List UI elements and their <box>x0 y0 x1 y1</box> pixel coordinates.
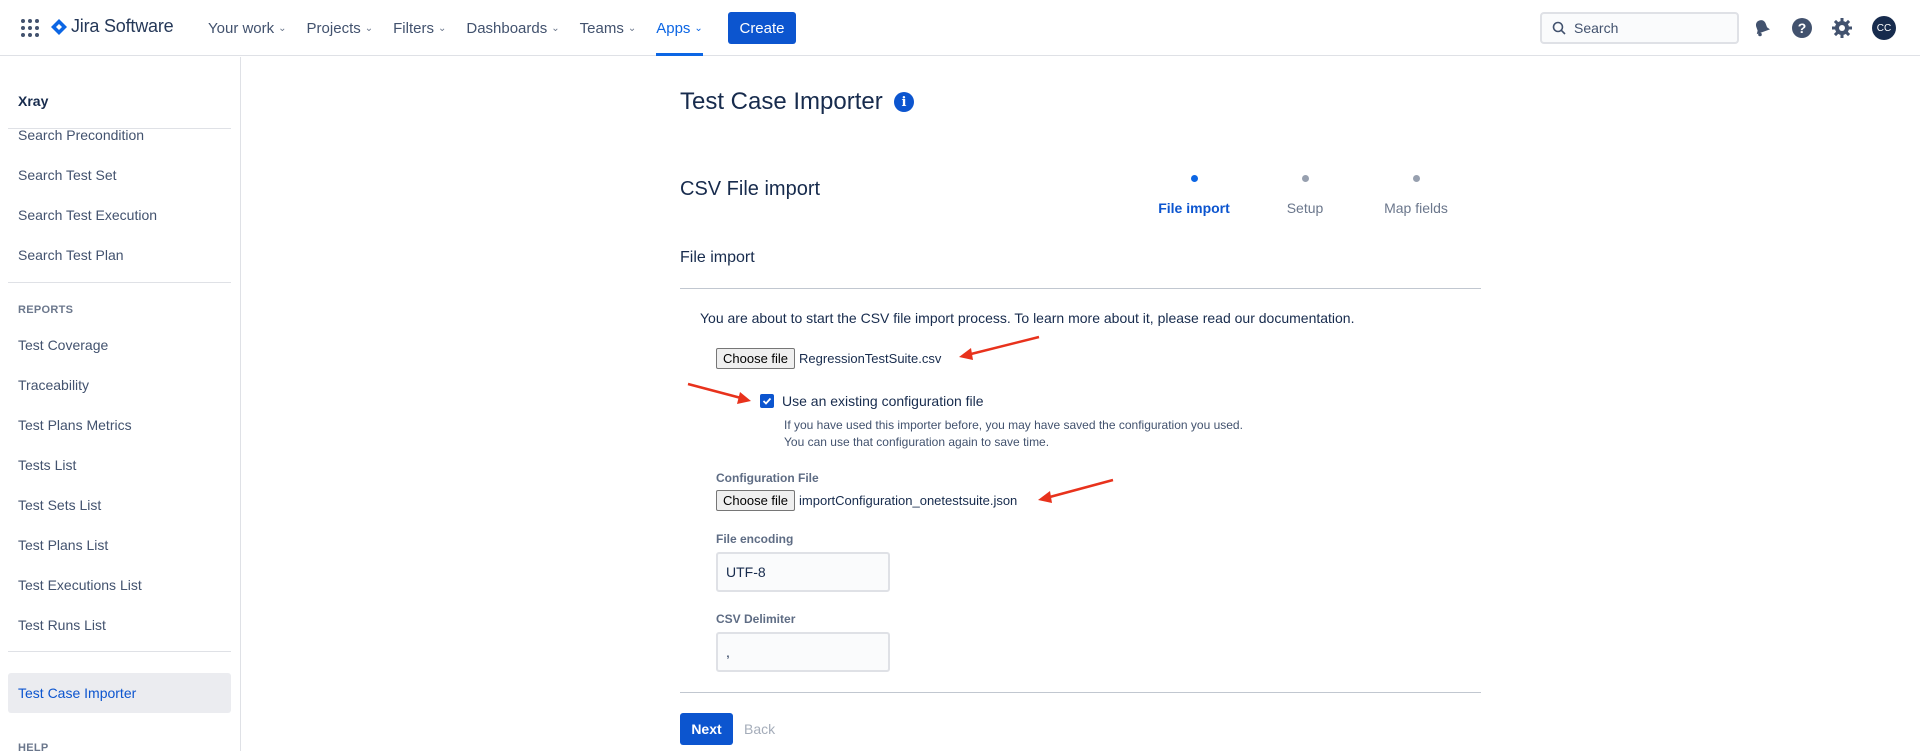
avatar[interactable]: CC <box>1872 16 1896 40</box>
annotation-arrow-icon <box>1038 478 1114 503</box>
use-config-checkbox[interactable] <box>760 394 774 408</box>
sidebar: Xray Search Precondition Search Test Set… <box>0 57 241 751</box>
page-title: Test Case Importer <box>680 88 883 115</box>
file-encoding-label: File encoding <box>716 532 794 546</box>
sidebar-item-test-plans-metrics[interactable]: Test Plans Metrics <box>18 417 132 433</box>
sidebar-item-test-sets-list[interactable]: Test Sets List <box>18 497 101 513</box>
form-subtitle: File import <box>680 249 755 266</box>
sidebar-item-search-test-execution[interactable]: Search Test Execution <box>18 207 157 223</box>
config-file-name: importConfiguration_onetestsuite.json <box>799 493 1018 508</box>
search-box[interactable] <box>1540 12 1739 44</box>
jira-diamond-icon <box>51 18 67 35</box>
sidebar-item-tests-list[interactable]: Tests List <box>18 457 76 473</box>
intro-text: You are about to start the CSV file impo… <box>700 310 1355 326</box>
step-map-fields: Map fields <box>1361 175 1471 216</box>
use-config-help-text: If you have used this importer before, y… <box>784 418 1243 449</box>
csv-delimiter-label: CSV Delimiter <box>716 612 796 626</box>
step-setup: Setup <box>1250 175 1360 216</box>
sidebar-item-label: Test Case Importer <box>18 685 137 701</box>
sidebar-item-test-plans-list[interactable]: Test Plans List <box>18 537 108 553</box>
config-file-picker: Choose file importConfiguration_onetests… <box>716 490 1017 511</box>
search-icon <box>1552 21 1566 35</box>
nav-your-work[interactable]: Your work ⌄ <box>208 0 287 56</box>
nav-label: Apps <box>656 19 691 37</box>
sidebar-item-search-test-set[interactable]: Search Test Set <box>18 167 117 183</box>
chevron-down-icon: ⌄ <box>364 22 374 34</box>
sidebar-item-test-runs-list[interactable]: Test Runs List <box>18 617 106 633</box>
form-footer-divider <box>680 692 1481 693</box>
section-title: CSV File import <box>680 178 821 200</box>
chevron-down-icon: ⌄ <box>551 22 560 34</box>
nav-apps[interactable]: Apps ⌄ <box>656 0 703 56</box>
sidebar-item-search-test-plan[interactable]: Search Test Plan <box>18 247 124 263</box>
nav-teams[interactable]: Teams ⌄ <box>580 0 637 56</box>
nav-dashboards[interactable]: Dashboards ⌄ <box>466 0 559 56</box>
sidebar-divider <box>8 651 231 652</box>
step-label: Setup <box>1286 200 1324 216</box>
sidebar-item-traceability[interactable]: Traceability <box>18 377 89 393</box>
step-indicator-dot <box>1301 175 1309 182</box>
chevron-down-icon: ⌄ <box>437 22 447 34</box>
back-button[interactable]: Back <box>744 713 775 745</box>
chevron-down-icon: ⌄ <box>278 22 287 34</box>
sidebar-heading-help: HELP <box>18 742 49 751</box>
csv-delimiter-input[interactable] <box>716 632 890 672</box>
nav-label: Projects <box>306 19 361 37</box>
csv-file-name: RegressionTestSuite.csv <box>799 351 942 366</box>
product-name: Jira Software <box>71 16 174 36</box>
sidebar-item-test-coverage[interactable]: Test Coverage <box>18 337 108 353</box>
nav-projects[interactable]: Projects ⌄ <box>307 0 374 56</box>
svg-text:?: ? <box>1798 20 1807 36</box>
nav-label: Your work <box>208 19 275 37</box>
top-navigation: Jira Software Your work ⌄ Projects ⌄ Filte… <box>0 0 1920 56</box>
nav-label: Filters <box>393 19 434 37</box>
info-icon[interactable]: i <box>894 92 914 112</box>
nav-label: Dashboards <box>466 19 548 37</box>
checkmark-icon <box>762 397 772 405</box>
settings-icon[interactable] <box>1830 16 1854 40</box>
sidebar-divider <box>8 282 231 283</box>
jira-logo[interactable]: Jira Software <box>51 16 174 37</box>
sidebar-heading-reports: REPORTS <box>18 304 74 316</box>
chevron-down-icon: ⌄ <box>627 22 637 34</box>
create-button[interactable]: Create <box>728 12 796 44</box>
nav-filters[interactable]: Filters ⌄ <box>393 0 446 56</box>
config-file-label: Configuration File <box>716 471 819 485</box>
notifications-icon[interactable] <box>1750 16 1774 40</box>
choose-config-file-button[interactable]: Choose file <box>716 490 796 511</box>
step-label: Map fields <box>1384 200 1448 216</box>
next-button[interactable]: Next <box>680 713 733 745</box>
choose-csv-file-button[interactable]: Choose file <box>716 348 796 369</box>
sidebar-title: Xray <box>18 93 49 109</box>
step-label: File import <box>1158 200 1230 216</box>
use-config-label: Use an existing configuration file <box>782 393 984 409</box>
sidebar-item-test-executions-list[interactable]: Test Executions List <box>18 577 142 593</box>
sidebar-item-search-precondition[interactable]: Search Precondition <box>18 127 144 143</box>
app-switcher-icon[interactable] <box>21 19 39 37</box>
use-config-row: Use an existing configuration file <box>760 393 984 409</box>
chevron-down-icon: ⌄ <box>694 22 703 34</box>
step-indicator-dot <box>1412 175 1420 182</box>
primary-menu: Your work ⌄ Projects ⌄ Filters ⌄ Dashboards… <box>208 0 723 56</box>
annotation-arrow-icon <box>959 335 1040 360</box>
sidebar-item-test-case-importer[interactable]: Test Case Importer <box>8 673 231 713</box>
file-encoding-input[interactable] <box>716 552 890 592</box>
help-icon[interactable]: ? <box>1790 16 1814 40</box>
search-input[interactable] <box>1574 20 1724 36</box>
nav-label: Teams <box>579 19 624 37</box>
form-divider <box>680 288 1481 289</box>
step-file-import: File import <box>1139 175 1249 216</box>
annotation-arrow-icon <box>687 382 751 404</box>
csv-file-picker: Choose file RegressionTestSuite.csv <box>716 348 941 369</box>
step-indicator-dot <box>1190 175 1198 182</box>
